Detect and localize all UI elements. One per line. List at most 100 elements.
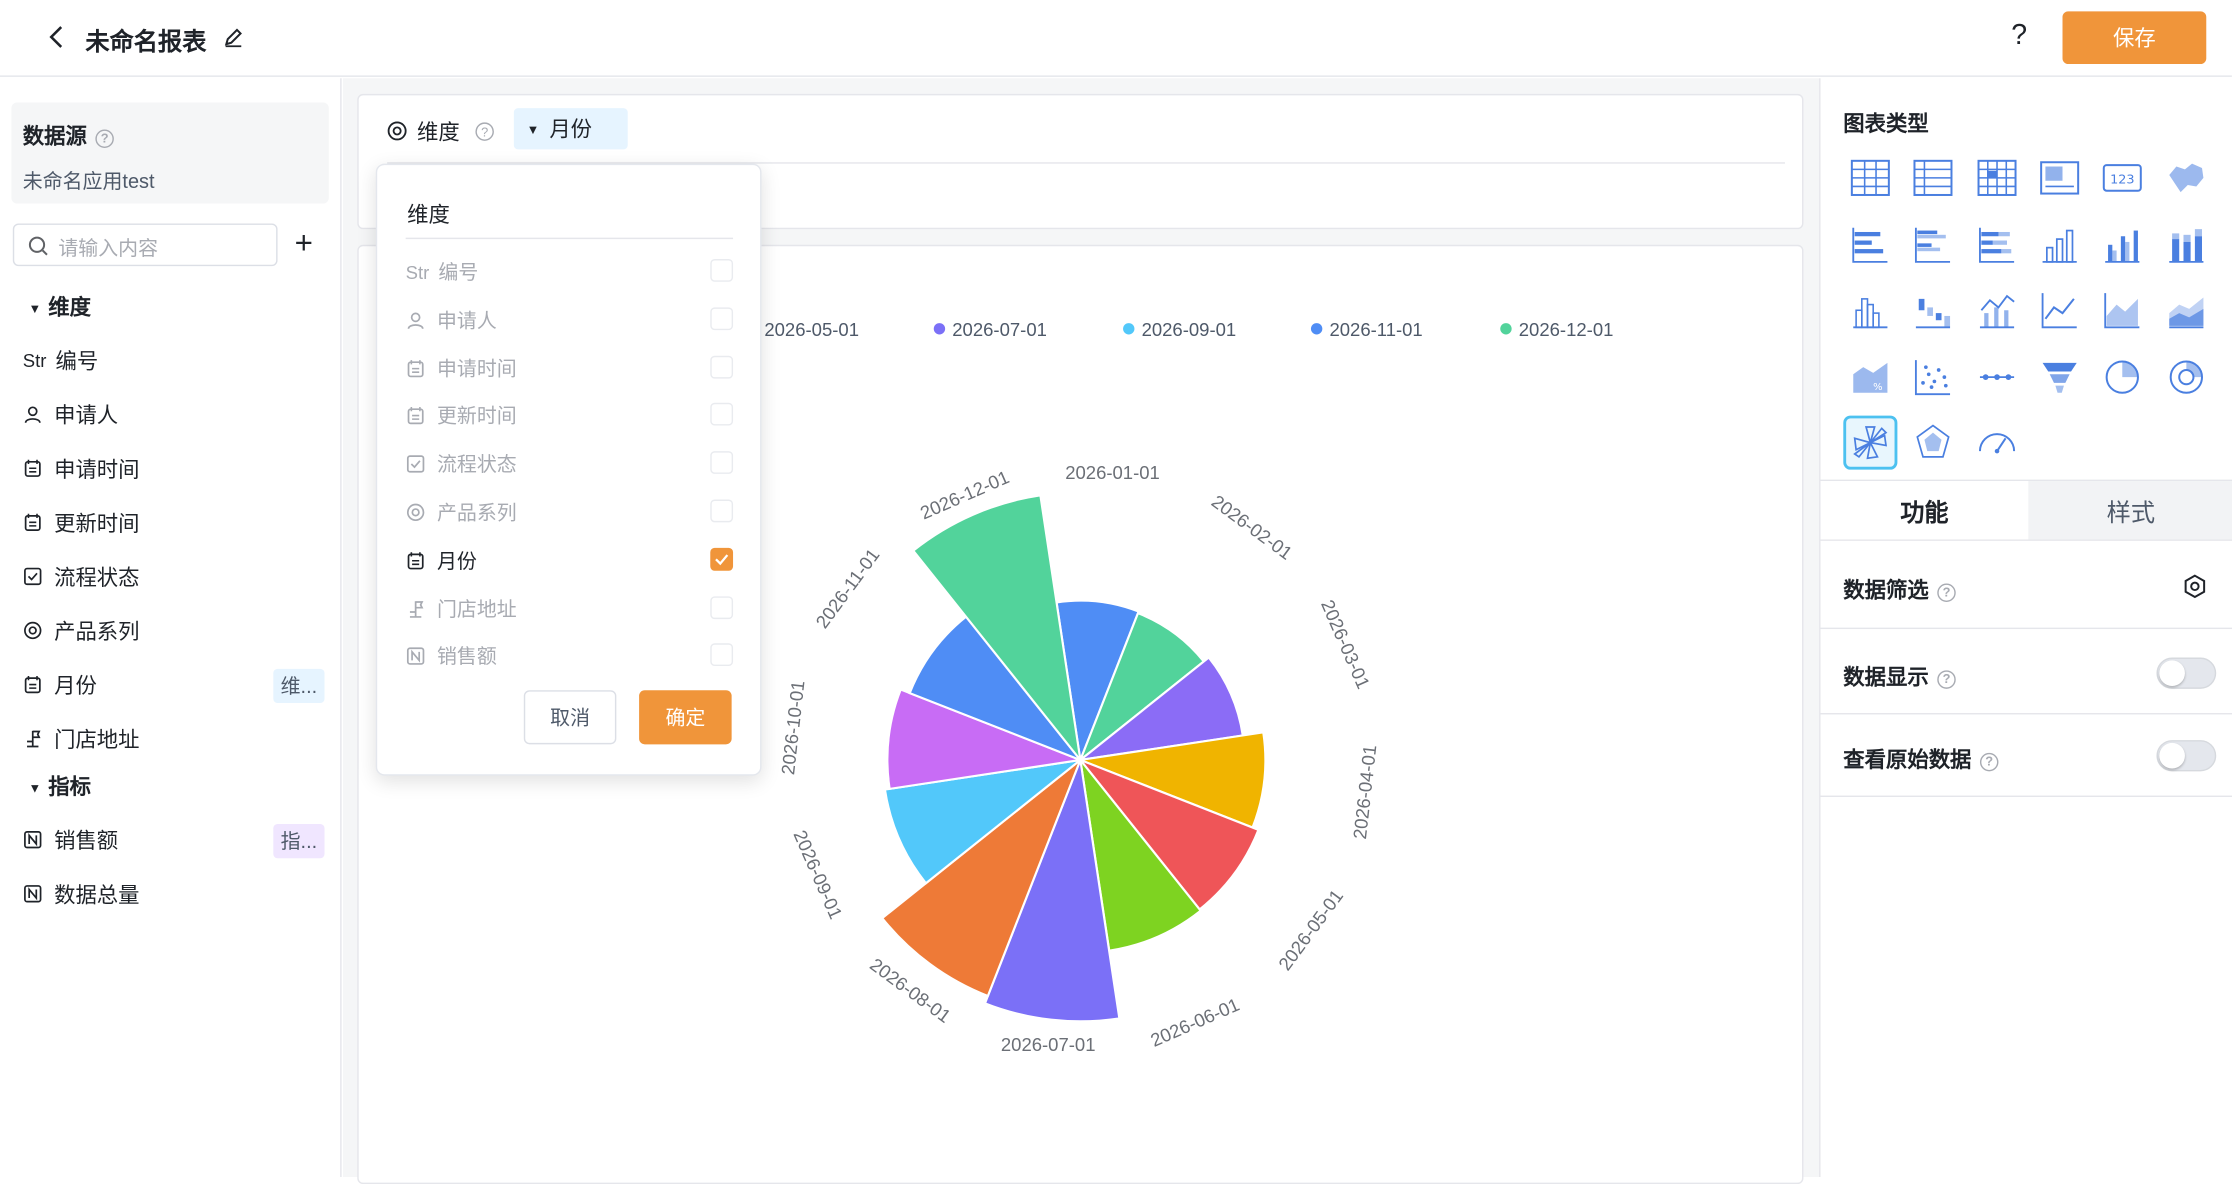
dropdown-option[interactable]: 产品系列 <box>406 491 734 534</box>
datasource-card[interactable]: 数据源? 未命名应用test <box>11 102 329 204</box>
legend-label: 2026-12-01 <box>1519 319 1614 340</box>
tab-style[interactable]: 样式 <box>2028 481 2232 540</box>
data-display-row: 数据显示? <box>1820 629 2232 715</box>
category-label: 2026-09-01 <box>790 827 847 922</box>
map-icon[interactable] <box>2163 155 2209 201</box>
field-item[interactable]: 流程状态 <box>23 549 342 603</box>
data-display-toggle[interactable] <box>2156 657 2217 689</box>
dropdown-option[interactable]: 销售额 <box>406 635 734 678</box>
number-icon <box>406 647 437 667</box>
calendar-icon <box>23 675 54 695</box>
field-item[interactable]: 申请时间 <box>23 441 342 495</box>
number-icon <box>23 884 54 904</box>
help-circle-icon[interactable]: ? <box>1937 669 1956 689</box>
pivot-table-icon[interactable] <box>1974 155 2020 201</box>
help-circle-icon[interactable]: ? <box>95 128 114 148</box>
checkbox[interactable] <box>710 451 734 475</box>
radar-chart-icon[interactable] <box>1911 420 1957 466</box>
checkbox[interactable] <box>710 307 734 330</box>
dropdown-option[interactable]: Str 编号 <box>406 250 734 293</box>
bar-vertical-icon[interactable] <box>2037 221 2083 267</box>
field-item[interactable]: 产品系列 <box>23 603 342 657</box>
checkbox-icon <box>406 454 437 474</box>
legend-label: 2026-11-01 <box>1329 319 1422 340</box>
field-item[interactable]: 申请人 <box>23 387 342 441</box>
kpi-card-icon[interactable] <box>2037 155 2083 201</box>
table-icon[interactable] <box>1848 155 1894 201</box>
dropdown-option[interactable]: 门店地址 <box>406 587 734 630</box>
combo-chart-icon[interactable] <box>1974 287 2020 333</box>
option-label: 申请时间 <box>436 356 517 380</box>
field-item[interactable]: Str 编号 <box>23 333 342 387</box>
checkbox[interactable] <box>710 403 734 427</box>
percent-area-icon[interactable]: % <box>1848 354 1894 400</box>
add-field-icon[interactable]: + <box>295 225 313 262</box>
funnel-icon[interactable] <box>2037 354 2083 400</box>
dropdown-option[interactable]: 更新时间 <box>406 395 734 438</box>
bar-horizontal-stacked-icon[interactable] <box>1974 221 2020 267</box>
save-button[interactable]: 保存 <box>2062 11 2207 65</box>
dimensions-group-header[interactable]: ▼ 维度 <box>28 292 91 322</box>
confirm-button[interactable]: 确定 <box>639 690 732 745</box>
category-label: 2026-03-01 <box>1317 597 1374 692</box>
number-card-icon[interactable]: 123 <box>2100 155 2146 201</box>
histogram-icon[interactable] <box>1848 287 1894 333</box>
caret-down-icon: ▼ <box>28 301 42 316</box>
bar-horizontal-icon[interactable] <box>1848 221 1894 267</box>
legend-item[interactable]: 2026-09-01 <box>1123 319 1236 340</box>
field-label: 门店地址 <box>54 727 140 753</box>
rose-chart-icon[interactable] <box>1843 415 1898 470</box>
checkbox[interactable] <box>710 499 734 523</box>
legend-item[interactable]: 2026-11-01 <box>1310 319 1423 340</box>
field-label: 编号 <box>55 349 99 374</box>
field-item[interactable]: 月份 维... <box>23 658 342 712</box>
checkbox[interactable] <box>710 595 734 619</box>
bar-stacked-icon[interactable] <box>2163 221 2209 267</box>
field-item[interactable]: 数据总量 <box>23 867 342 921</box>
gauge-icon[interactable] <box>1974 420 2020 466</box>
legend-dot <box>933 323 946 335</box>
dropdown-option[interactable]: 流程状态 <box>406 443 734 486</box>
option-label: 月份 <box>436 549 477 572</box>
tab-function[interactable]: 功能 <box>1820 481 2029 540</box>
legend-item[interactable]: 2026-12-01 <box>1500 319 1613 340</box>
dropdown-option[interactable]: 申请人 <box>406 299 734 342</box>
field-sidebar: 数据源? 未命名应用test 请输入内容 + ▼ 维度 Str 编号 申请人 申请时间更… <box>0 78 342 1177</box>
cancel-button[interactable]: 取消 <box>523 690 617 745</box>
help-circle-icon[interactable]: ? <box>1979 752 1999 771</box>
field-item[interactable]: 销售额 指... <box>23 813 342 867</box>
field-item[interactable]: 更新时间 <box>23 495 342 549</box>
checkbox[interactable] <box>710 259 734 282</box>
bar-grouped-icon[interactable] <box>2100 221 2146 267</box>
field-item[interactable]: 门店地址 <box>23 712 342 766</box>
raw-data-toggle[interactable] <box>2156 740 2217 772</box>
donut-chart-icon[interactable] <box>2163 354 2209 400</box>
config-panel: 图表类型 123% 功能 样式 数据筛选? 数据显示? 查看原始数据? <box>1819 78 2232 1177</box>
dimension-dropdown: 维度 Str 编号 申请人 申请时间 更新时间 流程状态 产品系列 月份 门店地址 销售额 取消 … <box>375 163 762 776</box>
option-label: 申请人 <box>436 308 497 332</box>
checkbox[interactable] <box>710 355 734 378</box>
stacked-area-icon[interactable] <box>2163 287 2209 333</box>
checked-checkbox[interactable] <box>710 547 734 571</box>
metrics-group-header[interactable]: ▼ 指标 <box>28 771 91 801</box>
option-label: 销售额 <box>436 645 497 669</box>
back-icon[interactable] <box>43 23 71 51</box>
dot-line-icon[interactable] <box>1974 354 2020 400</box>
bar-horizontal-grouped-icon[interactable] <box>1911 221 1957 267</box>
help-circle-icon[interactable]: ? <box>1937 582 1956 602</box>
dropdown-option[interactable]: 申请时间 <box>406 347 734 390</box>
legend-item[interactable]: 2026-07-01 <box>933 319 1047 340</box>
checkbox[interactable] <box>710 643 734 667</box>
waterfall-icon[interactable] <box>1911 287 1957 333</box>
scatter-icon[interactable] <box>1911 354 1957 400</box>
dropdown-option[interactable]: 月份 <box>406 539 734 582</box>
line-chart-icon[interactable] <box>2037 287 2083 333</box>
edit-icon[interactable] <box>222 26 245 49</box>
detail-table-icon[interactable] <box>1911 155 1957 201</box>
filter-settings-icon[interactable] <box>2182 574 2208 600</box>
help-icon[interactable]: ? <box>2011 20 2027 53</box>
area-chart-icon[interactable] <box>2100 287 2146 333</box>
pie-chart-icon[interactable] <box>2100 354 2146 400</box>
field-search-input[interactable]: 请输入内容 <box>12 223 278 267</box>
field-label: 销售额 <box>54 829 119 854</box>
